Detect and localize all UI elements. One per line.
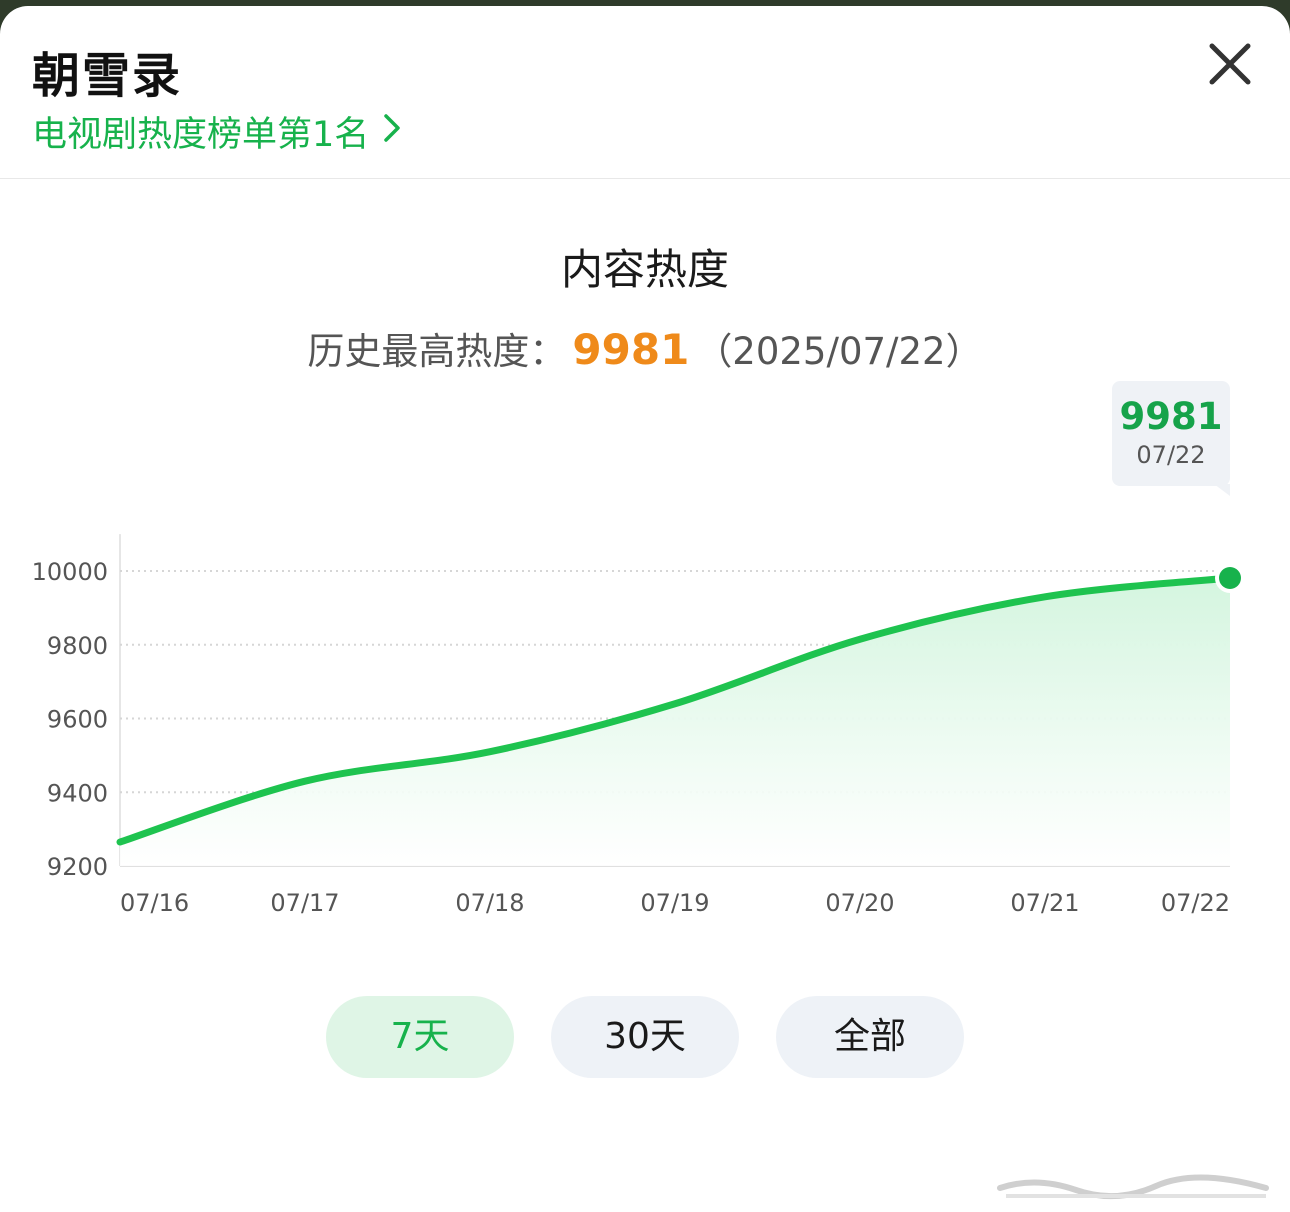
rank-link[interactable]: 电视剧热度榜单第1名 (32, 106, 401, 157)
y-tick-label: 10000 (32, 558, 108, 586)
x-tick-label: 07/21 (1010, 889, 1079, 917)
x-tick-label: 07/22 (1161, 889, 1230, 917)
record-label: 历史最高热度： (307, 330, 567, 373)
record-line: 历史最高热度： 9981 （2025/07/22） (0, 321, 1290, 375)
tooltip-tail (1214, 484, 1230, 496)
x-tick-label: 07/18 (455, 889, 524, 917)
x-tick-label: 07/17 (270, 889, 339, 917)
highlight-point (1219, 567, 1241, 590)
chart-tooltip: 9981 07/22 (1112, 381, 1230, 496)
bottom-sheet: 朝雪录 电视剧热度榜单第1名 内容热度 历史最高热度： 9981 （2025/07/… (0, 6, 1290, 1212)
series-area (120, 578, 1230, 866)
show-title: 朝雪录 (32, 48, 183, 104)
sheet-header: 朝雪录 电视剧热度榜单第1名 (0, 6, 1290, 179)
chart-title: 内容热度 (560, 245, 729, 294)
y-tick-label: 9200 (47, 853, 108, 881)
range-button-1[interactable]: 30天 (551, 996, 739, 1078)
record-date: （2025/07/22） (695, 330, 983, 373)
tooltip-date: 07/22 (1136, 441, 1206, 469)
range-button-2[interactable]: 全部 (776, 996, 964, 1078)
x-tick-label: 07/16 (120, 889, 189, 917)
heat-line-chart[interactable]: 9200 9400 9600 9800 10000 07/16 07/17 07/18 07/1… (0, 506, 1290, 936)
tooltip-value: 9981 (1119, 395, 1223, 438)
watermark-scribble (997, 1174, 1269, 1200)
range-selector: 7天 30天 全部 (0, 996, 1290, 1080)
range-button-0[interactable]: 7天 (326, 996, 514, 1078)
x-tick-label: 07/20 (825, 889, 894, 917)
y-tick-label: 9400 (47, 779, 108, 807)
y-tick-label: 9600 (47, 706, 108, 734)
close-icon[interactable] (1206, 40, 1254, 88)
chevron-right-icon (383, 112, 401, 152)
y-tick-label: 9800 (47, 632, 108, 660)
record-value: 9981 (572, 325, 690, 374)
rank-link-label: 电视剧热度榜单第1名 (32, 115, 370, 155)
x-tick-label: 07/19 (640, 889, 709, 917)
